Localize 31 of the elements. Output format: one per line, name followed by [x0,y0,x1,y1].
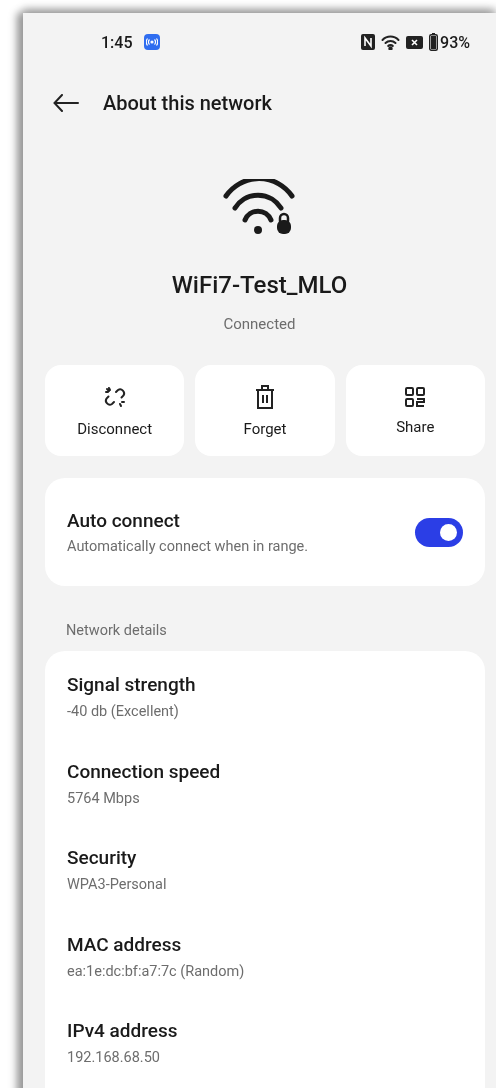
wifi-lock-icon [221,179,298,237]
action-button[interactable]: Forget [195,365,335,456]
back-arrow-icon[interactable] [53,94,79,112]
detail-value: 192.168.68.50 [67,1049,161,1066]
detail-label: Signal strength [67,673,197,696]
auto-connect-toggle[interactable] [415,517,463,547]
hotspot-icon [143,34,160,50]
section-header: Network details [65,621,168,641]
detail-value: -40 db (Excellent) [67,703,180,720]
trash-icon [254,383,276,410]
detail-label: Connection speed [67,759,222,783]
action-button[interactable]: Disconnect [45,365,185,456]
connection-status: Connected [223,315,296,333]
status-time: 1:45 [101,32,133,52]
auto-connect-subtitle: Automatically connect when in range. [67,538,310,555]
battery-percent: 93% [440,32,470,52]
detail-label: Security [67,846,138,869]
detail-value: 5764 Mbps [67,789,141,807]
nfc-icon [361,34,376,50]
wifi-icon [381,34,401,50]
detail-value: WPA3-Personal [67,876,168,893]
no-sim-icon [406,35,424,49]
battery-icon [429,33,439,51]
detail-value: ea:1e:dc:bf:a7:7c (Random) [67,962,246,980]
network-name: WiFi7-Test_MLO [171,271,348,299]
page-title: About this network [103,91,272,115]
action-button[interactable]: Share [345,365,485,456]
auto-connect-title: Auto connect [67,509,181,532]
detail-label: IPv4 address [67,1019,179,1042]
detail-label: MAC address [67,932,183,956]
qr-code-icon [404,385,427,408]
